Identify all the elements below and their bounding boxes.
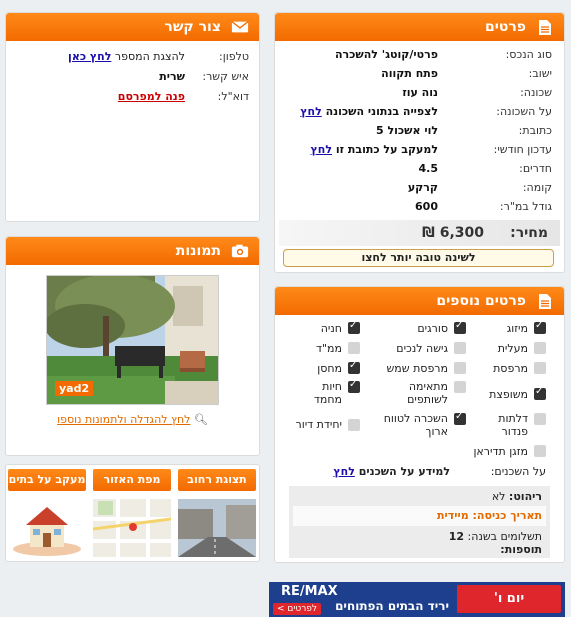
document-icon (536, 18, 554, 36)
contact-panel: צור קשר טלפון: להצגת המספר לחץ כאן איש ק… (5, 12, 260, 222)
payments-row: תשלומים בשנה: 12 (448, 530, 542, 543)
street-view-tab[interactable]: תצוגת רחוב (178, 469, 256, 491)
feature-checkbox[interactable] (454, 381, 466, 393)
feature-label: מרפסת שמש (386, 362, 448, 375)
house-tracking-tab[interactable]: מעקב על בתים (8, 469, 86, 491)
feature-label: ממ"ד (315, 342, 342, 355)
price-bar: מחיר: 6,300 ₪ (279, 220, 560, 246)
zoom-icon: 🔍︎ (193, 413, 208, 426)
neighbors-row: על השכנים: למידע על השכנים לחץ (333, 465, 546, 478)
yad2-watermark: yad2 (55, 381, 94, 396)
detail-row-address: כתובת: לוי אשכול 5 (376, 123, 552, 137)
feature-checkbox[interactable] (454, 342, 466, 354)
feature-checkbox[interactable] (534, 320, 546, 334)
remax-banner[interactable]: יום ו' 12.10.2018 יריד הבתים הפתוחים RE/… (269, 582, 565, 617)
document-icon (536, 292, 554, 310)
feature-label: מזגן תדיראן (473, 445, 528, 458)
thumb-tiles: תצוגת רחוב מפת האזור מעקב על בתים (5, 464, 260, 562)
street-view-thumb[interactable] (178, 499, 256, 557)
photos-title: תמונות (175, 243, 221, 259)
feature-label: מרפסת (493, 362, 528, 375)
details-rows: סוג הנכס: פרטי/קוטג' להשכרה ישוב: פתח תק… (275, 45, 564, 231)
feature-label: חיות מחמד (313, 380, 342, 406)
feature-checkbox[interactable] (534, 386, 546, 400)
more-details-panel: פרטים נוספים מיזוג סורגים חניה מעלית גיש… (274, 286, 565, 563)
feature-checkbox[interactable] (534, 342, 546, 354)
feature-checkbox[interactable] (454, 411, 466, 425)
detail-row-rooms: חדרים: 4.5 (418, 161, 553, 175)
feature-checkbox[interactable] (534, 362, 546, 374)
show-phone-link[interactable]: לחץ כאן (68, 50, 111, 63)
photos-panel: תמונות yad2 🔍︎ לחץ להגדלה ולתמונות נוספו (5, 236, 260, 456)
details-header: פרטים (275, 13, 564, 41)
camera-icon (231, 242, 249, 260)
feature-checkbox[interactable] (534, 445, 546, 457)
feature-label: מתאימה לשותפים (407, 380, 448, 406)
feature-label: משופצת (489, 388, 528, 401)
banner-event-text: יריד הבתים הפתוחים (335, 599, 449, 613)
contact-email-row: דוא"ל: פנה למפרסם (117, 89, 249, 103)
remax-logo: RE/MAX (281, 584, 338, 599)
feature-label: סורגים (417, 322, 448, 335)
feature-label: מעלית (497, 342, 528, 355)
detail-row-neighborhood: שכונה: נוה עוז (402, 85, 552, 99)
house-tracking-thumb[interactable] (8, 499, 86, 557)
entry-date-row: תאריך כניסה: מיידית (293, 506, 546, 526)
contact-header: צור קשר (6, 13, 259, 41)
details-panel: פרטים סוג הנכס: פרטי/קוטג' להשכרה ישוב: … (274, 12, 565, 273)
neighborhood-link[interactable]: לחץ (300, 105, 321, 118)
feature-label: דלתות פנדור (498, 412, 528, 438)
more-details-header: פרטים נוספים (275, 287, 564, 315)
feature-checkbox[interactable] (348, 419, 360, 431)
enlarge-photos-link[interactable]: לחץ להגדלה ולתמונות נוספו (57, 413, 190, 426)
feature-checkbox[interactable] (348, 360, 360, 374)
contact-person-row: איש קשר: שרית (159, 69, 249, 83)
feature-label: מחסן (317, 362, 342, 375)
follow-address-link[interactable]: לחץ (311, 143, 332, 156)
price-label: מחיר: (510, 225, 548, 241)
more-details-title: פרטים נוספים (436, 293, 526, 309)
feature-checkbox[interactable] (534, 413, 546, 425)
detail-row-floor: קומה: קרקע (407, 180, 552, 194)
feature-label: גישה לנכים (396, 342, 448, 355)
feature-checkbox[interactable] (454, 362, 466, 374)
feature-checkbox[interactable] (348, 320, 360, 334)
change-button[interactable]: לשינה טובה יותר לחצו (283, 249, 554, 267)
feature-label: השכרה לטווח ארוך (383, 412, 448, 438)
extras-row: תוספות: (500, 543, 542, 556)
main-photo[interactable]: yad2 (46, 275, 219, 405)
feature-label: חניה (320, 322, 342, 335)
feature-label: מיזוג (506, 322, 528, 335)
feature-checkbox[interactable] (348, 342, 360, 354)
enlarge-row: 🔍︎ לחץ להגדלה ולתמונות נוספו (6, 413, 259, 426)
price-value: 6,300 ₪ (422, 225, 484, 241)
detail-row-type: סוג הנכס: פרטי/קוטג' להשכרה (334, 47, 552, 61)
neighbors-link[interactable]: לחץ (333, 465, 354, 478)
area-map-tab[interactable]: מפת האזור (93, 469, 171, 491)
detail-row-size: גודל במ"ר: 600 (415, 199, 552, 213)
contact-phone-row: טלפון: להצגת המספר לחץ כאן (68, 49, 249, 63)
photos-header: תמונות (6, 237, 259, 265)
furniture-row: ריהוט: לא (491, 490, 542, 503)
feature-checkbox[interactable] (348, 379, 360, 393)
envelope-icon (231, 18, 249, 36)
detail-row-monthly-update: עדכון חודשי: למעקב על כתובת זו לחץ (310, 142, 552, 156)
banner-date-box: יום ו' 12.10.2018 (457, 585, 561, 613)
details-title: פרטים (484, 19, 526, 35)
area-map-thumb[interactable] (93, 499, 171, 557)
contact-title: צור קשר (164, 19, 221, 35)
extra-info-box: ריהוט: לא תאריך כניסה: מיידית תשלומים בש… (289, 486, 550, 558)
feature-label: יחידת דיור (295, 418, 342, 431)
banner-cta[interactable]: לפרטים > (273, 603, 322, 615)
contact-advertiser-link[interactable]: פנה למפרסם (118, 90, 185, 103)
detail-row-city: ישוב: פתח תקווה (381, 66, 552, 80)
feature-checkbox[interactable] (454, 320, 466, 334)
detail-row-about-neighborhood: על השכונה: לצפייה בנתוני השכונה לחץ (300, 104, 552, 118)
